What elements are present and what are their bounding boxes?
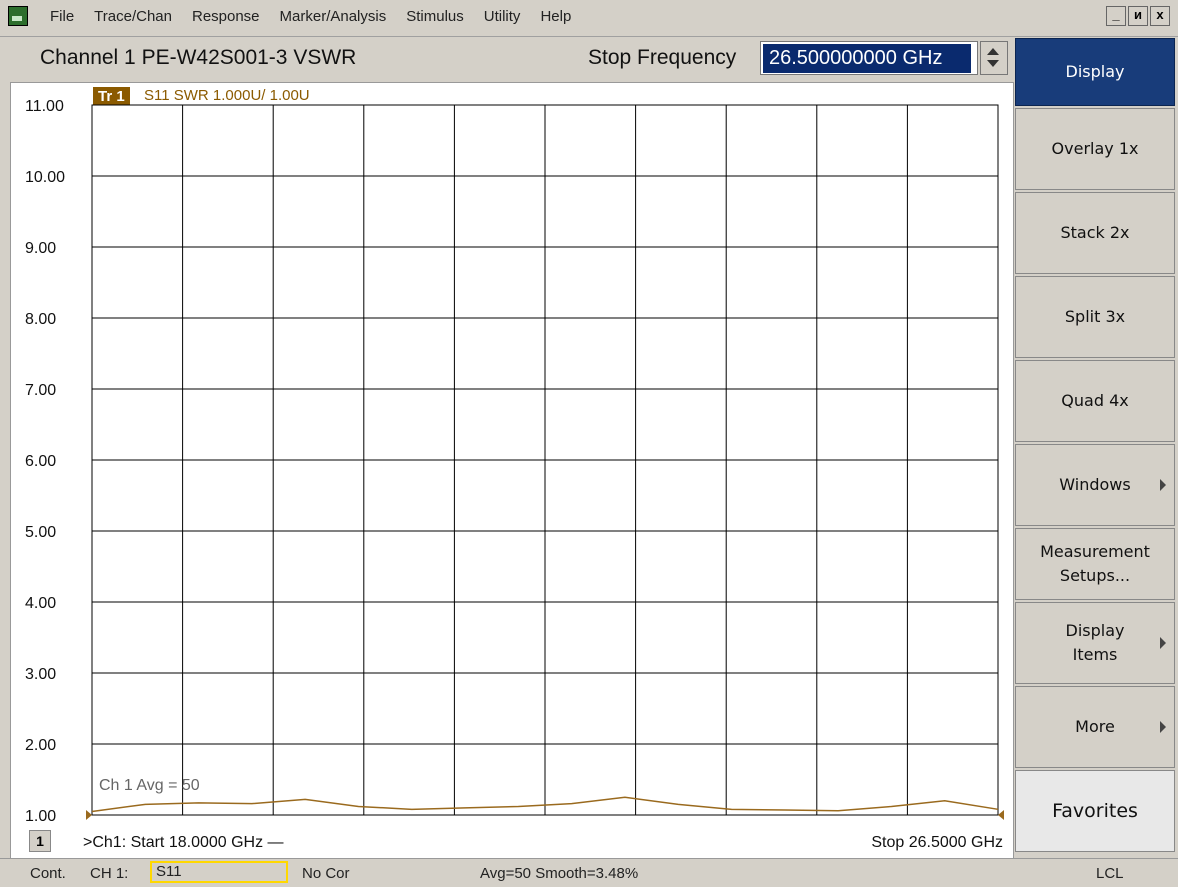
avg-smooth-status: Avg=50 Smooth=3.48%: [480, 865, 639, 882]
softkey-measurement-setups[interactable]: Measurement Setups...: [1015, 528, 1175, 600]
y-tick-label: 3.00: [25, 666, 56, 683]
frequency-spinner[interactable]: [980, 41, 1008, 75]
stop-frequency-text: Stop 26.5000 GHz: [871, 834, 1003, 851]
remote-status: LCL: [1096, 865, 1124, 882]
y-tick-label: 8.00: [25, 311, 56, 328]
softkey-label: Quad 4x: [1061, 391, 1129, 410]
y-tick-label: 6.00: [25, 453, 56, 470]
softkey-label: More: [1075, 717, 1115, 736]
softkey-display[interactable]: Display: [1015, 38, 1175, 106]
softkey-display-items[interactable]: Display Items: [1015, 602, 1175, 684]
minimize-button[interactable]: _: [1106, 6, 1126, 26]
y-tick-label: 5.00: [25, 524, 56, 541]
menu-response[interactable]: Response: [182, 6, 270, 27]
stop-frequency-label: Stop Frequency: [588, 46, 737, 69]
softkey-stack-2x[interactable]: Stack 2x: [1015, 192, 1175, 274]
spin-up-icon[interactable]: [987, 48, 999, 55]
y-tick-label: 11.00: [25, 98, 64, 115]
channel-bar: Channel 1 PE-W42S001-3 VSWR Stop Frequen…: [10, 38, 1012, 82]
close-button[interactable]: x: [1150, 6, 1170, 26]
status-measurement[interactable]: S11: [150, 861, 288, 883]
y-tick-label: 1.00: [25, 808, 56, 825]
y-tick-label: 2.00: [25, 737, 56, 754]
menu-help[interactable]: Help: [530, 6, 581, 27]
softkey-label: Favorites: [1052, 799, 1138, 822]
menu-marker-analysis[interactable]: Marker/Analysis: [270, 6, 397, 27]
submenu-arrow-icon: [1160, 479, 1166, 491]
status-bar: Cont. CH 1: S11 No Cor Avg=50 Smooth=3.4…: [0, 858, 1178, 887]
menu-utility[interactable]: Utility: [474, 6, 531, 27]
stop-frequency-value[interactable]: 26.500000000 GHz: [763, 44, 971, 73]
softkey-label: Stack 2x: [1060, 223, 1130, 242]
softkey-panel: Display Overlay 1x Stack 2x Split 3x Quad 4x…: [1015, 38, 1175, 856]
softkey-favorites[interactable]: Favorites: [1015, 770, 1175, 852]
menu-stimulus[interactable]: Stimulus: [396, 6, 474, 27]
y-tick-label: 4.00: [25, 595, 56, 612]
chart-svg: 11.00 10.00 9.00 8.00 7.00 6.00 5.00 4.00 3.00 2.…: [25, 98, 1004, 825]
correction-status: No Cor: [302, 865, 350, 882]
softkey-windows[interactable]: Windows: [1015, 444, 1175, 526]
softkey-label: Overlay 1x: [1051, 139, 1139, 158]
restore-button[interactable]: и: [1128, 6, 1148, 26]
averaging-annotation: Ch 1 Avg = 50: [99, 777, 200, 794]
softkey-split-3x[interactable]: Split 3x: [1015, 276, 1175, 358]
submenu-arrow-icon: [1160, 637, 1166, 649]
sweep-mode: Cont.: [30, 865, 66, 882]
y-tick-label: 9.00: [25, 240, 56, 257]
softkey-label: Measurement Setups...: [1040, 542, 1150, 585]
channel-title: Channel 1 PE-W42S001-3 VSWR: [40, 46, 357, 69]
reference-marker-right-icon: [998, 810, 1004, 820]
softkey-label: Display Items: [1065, 621, 1125, 664]
y-tick-label: 10.00: [25, 169, 65, 186]
status-channel: CH 1:: [90, 865, 129, 882]
softkey-more[interactable]: More: [1015, 686, 1175, 768]
reference-marker-left-icon: [86, 810, 92, 820]
menu-file[interactable]: File: [40, 6, 84, 27]
y-tick-label: 7.00: [25, 382, 56, 399]
softkey-quad-4x[interactable]: Quad 4x: [1015, 360, 1175, 442]
spin-down-icon[interactable]: [987, 60, 999, 67]
plot-panel[interactable]: Tr 1 S11 SWR 1.000U/ 1.00U 11.00 10.00 9.0…: [10, 82, 1014, 859]
softkey-label: Split 3x: [1064, 307, 1126, 326]
softkey-label: Windows: [1059, 475, 1131, 494]
menu-items: File Trace/Chan Response Marker/Analysis…: [40, 6, 581, 27]
app-icon[interactable]: [8, 6, 28, 26]
submenu-arrow-icon: [1160, 721, 1166, 733]
softkey-overlay-1x[interactable]: Overlay 1x: [1015, 108, 1175, 190]
menu-trace-chan[interactable]: Trace/Chan: [84, 6, 182, 27]
window-controls: _ и x: [1106, 6, 1170, 26]
menu-bar: File Trace/Chan Response Marker/Analysis…: [0, 0, 1178, 37]
start-frequency-text: >Ch1: Start 18.0000 GHz —: [83, 834, 284, 851]
stop-frequency-field[interactable]: 26.500000000 GHz: [760, 41, 978, 75]
softkey-label: Display: [1065, 62, 1125, 81]
channel-number[interactable]: 1: [29, 830, 51, 852]
